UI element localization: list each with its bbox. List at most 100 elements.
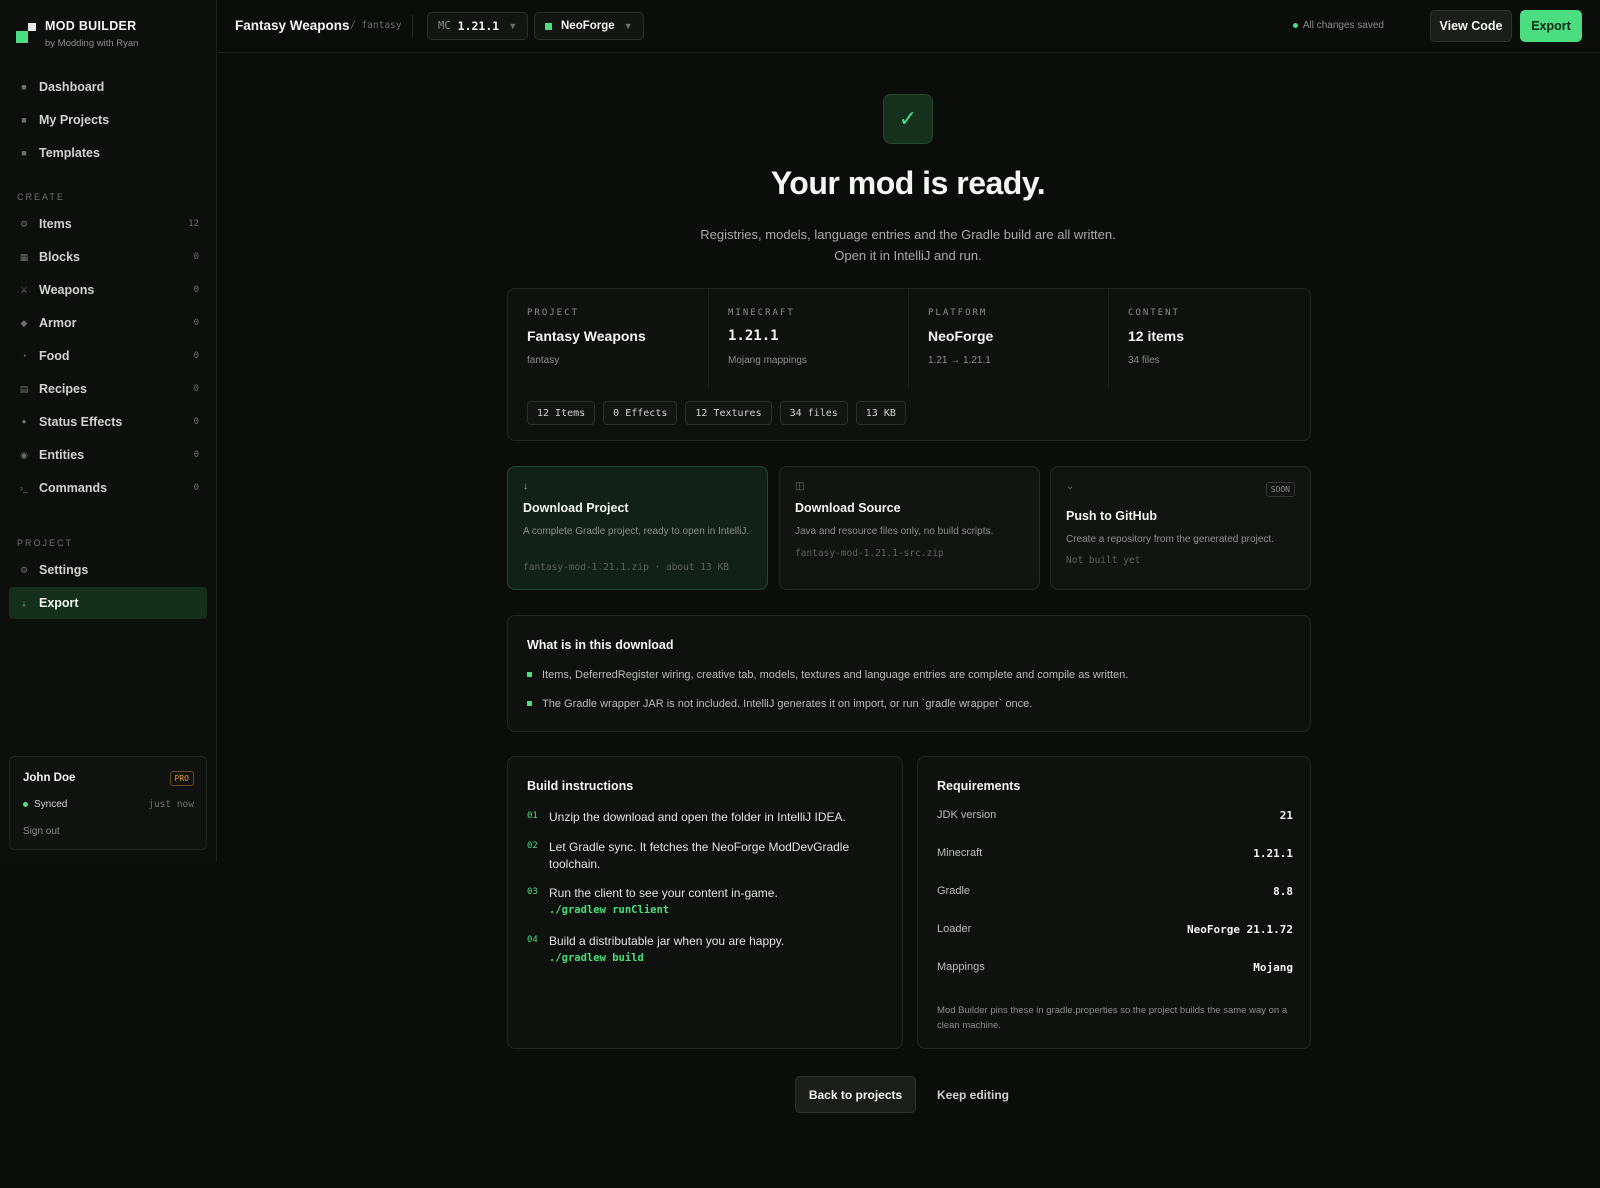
- divider: [412, 15, 413, 37]
- card-title: Download Source: [795, 501, 901, 515]
- source-icon: ◫: [795, 481, 805, 492]
- sign-out-link[interactable]: Sign out: [23, 826, 60, 837]
- sidebar-item-templates[interactable]: ■ Templates: [9, 137, 207, 169]
- sidebar-item-label: My Projects: [39, 113, 110, 127]
- summary-value: NeoForge: [928, 328, 994, 344]
- save-status-label: All changes saved: [1302, 20, 1384, 31]
- section-title: Requirements: [937, 779, 1021, 793]
- download-project-card[interactable]: ↓ Download Project A complete Gradle pro…: [507, 466, 768, 590]
- sidebar-item-commands[interactable]: ›_ Commands 0: [9, 472, 207, 504]
- list-item: Items, DeferredRegister wiring, creative…: [527, 669, 1128, 681]
- project-summary-card: PROJECT Fantasy Weapons fantasy MINECRAF…: [507, 288, 1311, 441]
- status-dot-icon: [23, 801, 28, 807]
- requirement-row: JDK version 21: [937, 809, 1293, 827]
- card-status: Not built yet: [1066, 555, 1141, 566]
- item-count: 0: [193, 483, 199, 493]
- sync-status: Synced: [23, 799, 67, 810]
- sidebar-item-label: Entities: [39, 448, 85, 462]
- nav-project: PROJECT ⚙ Settings ↓ Export: [9, 532, 207, 620]
- sidebar-item-label: Food: [39, 349, 70, 363]
- sidebar-item-entities[interactable]: ◉ Entities 0: [9, 439, 207, 471]
- list-item: The Gradle wrapper JAR is not included. …: [527, 698, 1032, 710]
- sidebar-item-label: Weapons: [39, 283, 95, 297]
- stat-chip: 34 files: [779, 401, 848, 425]
- export-button[interactable]: Export: [1520, 10, 1582, 42]
- main-content: ✓ Your mod is ready. Registries, models,…: [218, 54, 1600, 1188]
- summary-label: MINECRAFT: [728, 308, 795, 318]
- summary-chips: 12 Items 0 Effects 12 Textures 34 files …: [527, 401, 906, 425]
- sidebar-item-label: Settings: [39, 563, 89, 577]
- summary-sub: 1.21 → 1.21.1: [928, 355, 991, 366]
- sidebar-item-label: Commands: [39, 481, 108, 495]
- user-card: John Doe PRO Synced just now Sign out: [9, 756, 207, 850]
- step-text: Build a distributable jar when you are h…: [549, 934, 785, 948]
- sidebar-item-armor[interactable]: ◆ Armor 0: [9, 307, 207, 339]
- summary-value: 1.21.1: [728, 328, 779, 344]
- requirement-row: Gradle 8.8: [937, 885, 1293, 903]
- nav-main: ■ Dashboard ■ My Projects ■ Templates: [9, 71, 207, 170]
- view-code-button[interactable]: View Code: [1430, 10, 1512, 42]
- sidebar-item-dashboard[interactable]: ■ Dashboard: [9, 71, 207, 103]
- summary-label: CONTENT: [1128, 308, 1180, 318]
- platform-select[interactable]: NeoForge ▼: [534, 12, 644, 40]
- project-slug: / fantasy: [350, 20, 402, 31]
- sidebar-item-label: Armor: [39, 316, 77, 330]
- sidebar-item-label: Export: [39, 596, 79, 610]
- keep-editing-button[interactable]: Keep editing: [928, 1076, 1018, 1113]
- sidebar-item-settings[interactable]: ⚙ Settings: [9, 554, 207, 586]
- requirement-value: 21: [1279, 809, 1293, 822]
- stat-chip: 12 Items: [527, 401, 596, 425]
- requirement-value: 1.21.1: [1253, 847, 1293, 860]
- sidebar-item-label: Templates: [39, 146, 100, 160]
- code-command: ./gradlew build: [549, 952, 644, 964]
- bullet-icon: [527, 700, 532, 706]
- sidebar: MOD BUILDER by Modding with Ryan ■ Dashb…: [0, 0, 217, 862]
- chevron-down-icon: ▼: [623, 21, 633, 31]
- download-source-card[interactable]: ◫ Download Source Java and resource file…: [779, 466, 1040, 590]
- chevron-down-icon: ▼: [508, 21, 518, 31]
- mc-version-value: 1.21.1: [457, 19, 500, 33]
- item-icon: ⚙: [19, 218, 29, 229]
- back-to-projects-button[interactable]: Back to projects: [795, 1076, 916, 1113]
- item-count: 0: [193, 318, 199, 328]
- sidebar-item-food[interactable]: ◔ Food 0: [9, 340, 207, 372]
- item-count: 0: [193, 384, 199, 394]
- requirement-row: Loader NeoForge 21.1.72: [937, 923, 1293, 941]
- soon-badge: SOON: [1265, 482, 1295, 497]
- sync-time: just now: [148, 799, 194, 810]
- page-title: Your mod is ready.: [770, 165, 1046, 201]
- step-number: 03: [527, 887, 538, 897]
- stat-chip: 13 KB: [855, 401, 906, 425]
- item-count: 0: [193, 351, 199, 361]
- item-count: 0: [193, 252, 199, 262]
- requirement-key: Minecraft: [937, 847, 983, 859]
- save-status: All changes saved: [1292, 20, 1384, 31]
- grid-icon: ■: [21, 82, 27, 92]
- push-github-card[interactable]: ⌄ SOON Push to GitHub Create a repositor…: [1050, 466, 1311, 590]
- summary-sub: Mojang mappings: [728, 355, 807, 366]
- sidebar-item-my-projects[interactable]: ■ My Projects: [9, 104, 207, 136]
- sidebar-item-recipes[interactable]: ▤ Recipes 0: [9, 373, 207, 405]
- sidebar-item-blocks[interactable]: ▦ Blocks 0: [9, 241, 207, 273]
- topbar: Fantasy Weapons / fantasy MC 1.21.1 ▼ Ne…: [218, 0, 1600, 53]
- sidebar-item-status-effects[interactable]: ✦ Status Effects 0: [9, 406, 207, 438]
- card-title: Download Project: [523, 501, 629, 515]
- list-item-text: The Gradle wrapper JAR is not included. …: [542, 698, 1033, 710]
- requirements-card: Requirements JDK version 21 Minecraft 1.…: [917, 756, 1311, 1049]
- step-number: 01: [527, 811, 538, 821]
- card-description: Java and resource files only, no build s…: [795, 526, 994, 537]
- sidebar-item-items[interactable]: ⚙ Items 12: [9, 208, 207, 240]
- summary-minecraft: MINECRAFT 1.21.1 Mojang mappings: [708, 289, 908, 389]
- sidebar-item-weapons[interactable]: ⚔ Weapons 0: [9, 274, 207, 306]
- food-icon: ◔: [21, 351, 27, 361]
- sidebar-item-label: Dashboard: [39, 80, 105, 94]
- armor-icon: ◆: [20, 317, 28, 328]
- minecraft-version-select[interactable]: MC 1.21.1 ▼: [427, 12, 529, 40]
- download-icon: ↓: [523, 481, 528, 492]
- gear-icon: ⚙: [19, 564, 29, 575]
- card-filename: fantasy-mod-1.21.1-src.zip: [795, 548, 944, 559]
- brand-subtitle: by Modding with Ryan: [45, 38, 139, 49]
- step-number: 04: [527, 935, 538, 945]
- sidebar-item-export[interactable]: ↓ Export: [9, 587, 207, 619]
- summary-sub: 34 files: [1128, 355, 1160, 366]
